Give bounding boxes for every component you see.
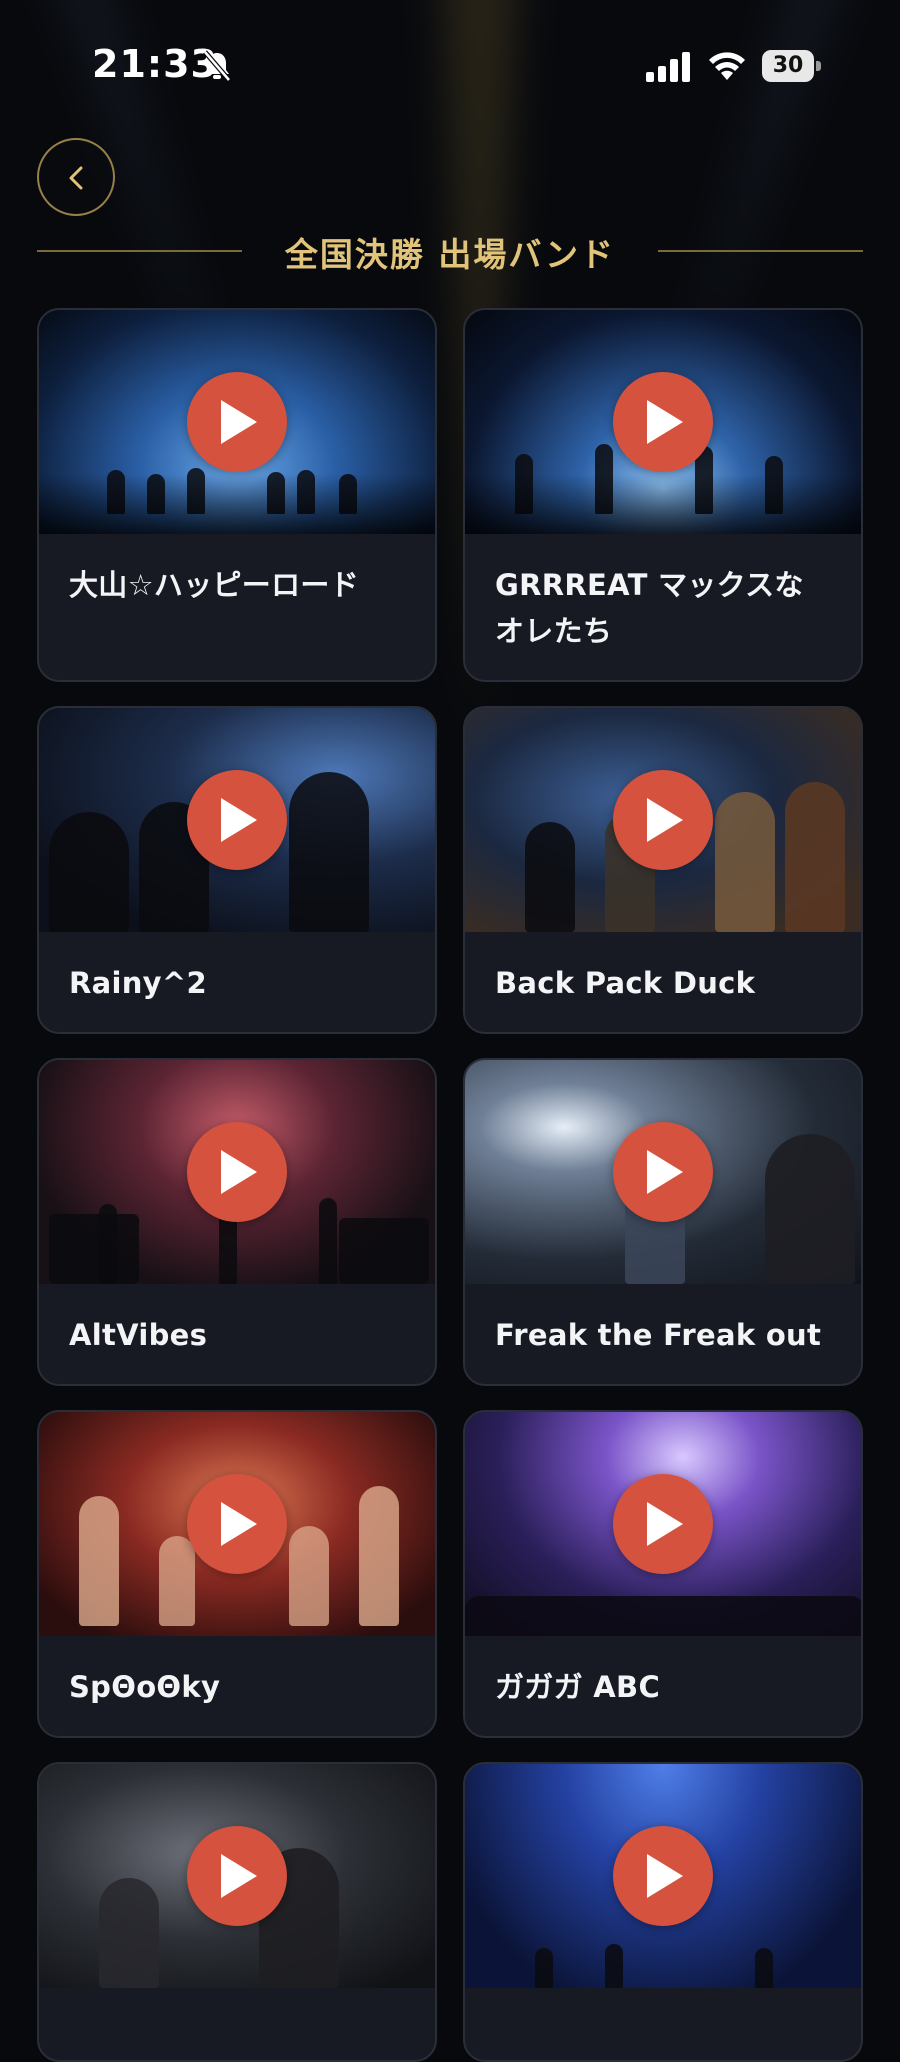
band-name: GRRREAT マックスなオレたち	[495, 568, 804, 648]
band-card[interactable]: AltVibes	[37, 1058, 437, 1386]
play-icon	[647, 798, 683, 842]
play-icon	[647, 400, 683, 444]
band-card[interactable]: Rainy^2	[37, 706, 437, 1034]
band-video-thumbnail	[39, 1764, 435, 1988]
play-icon	[221, 400, 257, 444]
band-name: Freak the Freak out	[495, 1318, 822, 1352]
battery-level: 30	[772, 53, 804, 78]
band-card[interactable]: Freak the Freak out	[463, 1058, 863, 1386]
play-button[interactable]	[613, 1122, 713, 1222]
band-video-thumbnail	[39, 1060, 435, 1284]
play-button[interactable]	[187, 372, 287, 472]
band-name: Back Pack Duck	[495, 966, 756, 1000]
band-video-thumbnail	[465, 310, 861, 534]
play-icon	[221, 1854, 257, 1898]
band-video-thumbnail	[465, 1412, 861, 1636]
play-button[interactable]	[187, 770, 287, 870]
band-name: 大山☆ハッピーロード	[69, 568, 359, 602]
play-button[interactable]	[187, 1474, 287, 1574]
band-name: Rainy^2	[69, 966, 207, 1000]
play-icon	[221, 1150, 257, 1194]
band-video-thumbnail	[39, 1412, 435, 1636]
title-divider-right	[658, 250, 863, 252]
wifi-icon	[709, 52, 745, 80]
status-time: 21:33	[92, 42, 218, 86]
status-bar: 21:33 30	[0, 0, 900, 130]
band-card[interactable]: Back Pack Duck	[463, 706, 863, 1034]
band-name: SpΘoΘky	[69, 1670, 221, 1704]
silent-bell-icon	[203, 50, 231, 82]
band-video-thumbnail	[39, 708, 435, 932]
band-card[interactable]	[463, 1762, 863, 2062]
section-header: 全国決勝 出場バンド	[37, 220, 863, 280]
band-card[interactable]: 大山☆ハッピーロード	[37, 308, 437, 682]
band-card[interactable]: ガガガ ABC	[463, 1410, 863, 1738]
play-button[interactable]	[613, 372, 713, 472]
chevron-left-icon	[69, 166, 83, 190]
play-button[interactable]	[613, 770, 713, 870]
band-card[interactable]	[37, 1762, 437, 2062]
band-video-thumbnail	[465, 708, 861, 932]
back-button[interactable]	[37, 138, 115, 216]
play-button[interactable]	[613, 1826, 713, 1926]
band-name	[465, 1988, 861, 2016]
cellular-signal-icon	[646, 52, 690, 82]
band-card[interactable]: GRRREAT マックスなオレたち	[463, 308, 863, 682]
band-video-thumbnail	[465, 1764, 861, 1988]
play-button[interactable]	[187, 1122, 287, 1222]
battery-icon: 30	[762, 50, 822, 82]
band-name: ガガガ ABC	[495, 1670, 661, 1704]
play-icon	[647, 1502, 683, 1546]
band-name	[39, 1988, 435, 2016]
band-video-thumbnail	[465, 1060, 861, 1284]
band-card[interactable]: SpΘoΘky	[37, 1410, 437, 1738]
band-name: AltVibes	[69, 1318, 208, 1352]
play-icon	[647, 1150, 683, 1194]
play-button[interactable]	[613, 1474, 713, 1574]
band-video-thumbnail	[39, 310, 435, 534]
page-title: 全国決勝 出場バンド	[284, 235, 616, 274]
play-button[interactable]	[187, 1826, 287, 1926]
play-icon	[221, 1502, 257, 1546]
play-icon	[647, 1854, 683, 1898]
play-icon	[221, 798, 257, 842]
